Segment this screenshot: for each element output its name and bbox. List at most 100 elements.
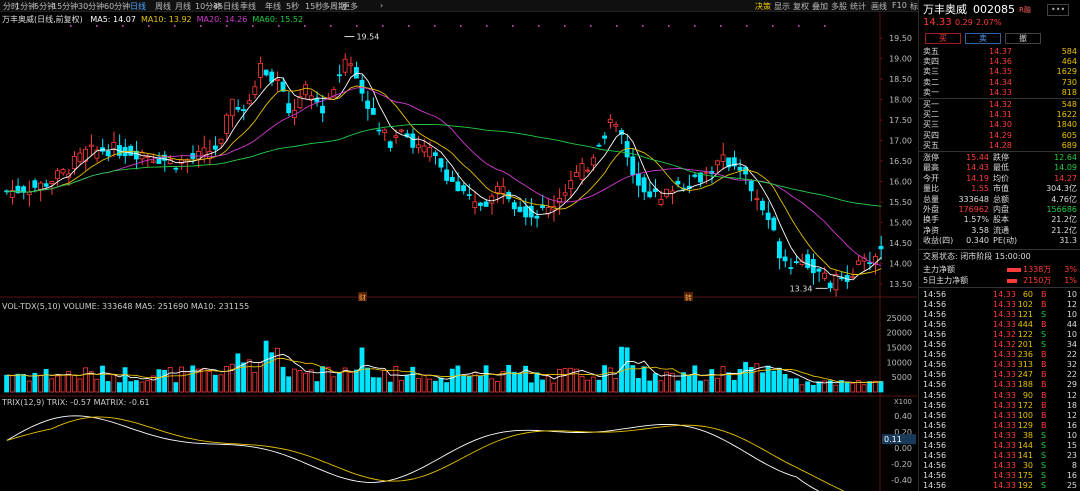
candle-body — [833, 274, 839, 291]
bid-price: 14.29 — [989, 130, 1012, 140]
candle-body — [511, 202, 517, 210]
tick-count: 25 — [1066, 480, 1077, 490]
volume-bar — [173, 382, 179, 393]
volume-bar — [867, 381, 873, 393]
chart-svg[interactable]: 19.50 19.00 18.50 18.00 17.50 17.00 16.50 16.00… — [0, 12, 917, 491]
volume-bar — [133, 380, 139, 393]
tick-count: 32 — [1066, 360, 1077, 370]
volume-bar — [557, 369, 562, 393]
volume-bar — [156, 369, 162, 393]
period-tab-13[interactable]: 5秒 — [286, 1, 299, 12]
period-tab-4[interactable]: 30分钟 — [78, 1, 104, 12]
ma60-line — [6, 123, 882, 207]
stat-label: 今开 — [923, 173, 939, 183]
candle-body — [387, 141, 393, 148]
tick-volume: 188 — [1017, 380, 1033, 390]
stat-row: 总量 333648 总额 4.76亿 — [919, 195, 1080, 205]
period-tab-6[interactable]: 日线 — [130, 1, 146, 12]
tick-volume: 201 — [1017, 340, 1033, 350]
volume-bar — [489, 378, 495, 393]
signal-dot — [356, 25, 358, 27]
period-tab-10[interactable]: 45日线 — [213, 1, 239, 12]
quote-menu-button[interactable]: ••• — [1047, 4, 1070, 16]
volume-bar — [117, 382, 122, 393]
volume-bar — [568, 367, 574, 393]
period-tab-8[interactable]: 月线 — [175, 1, 191, 12]
ask-label: 卖二 — [923, 77, 939, 87]
volume-bar — [150, 375, 156, 393]
candle-body — [765, 212, 771, 221]
ask-volume: 818 — [1061, 87, 1077, 97]
period-tab-14[interactable]: 15秒 — [305, 1, 323, 12]
stat-value: 12.64 — [1054, 153, 1077, 162]
low-marker-label: 13.34 — [790, 284, 813, 293]
period-tab-11[interactable]: 季线 — [240, 1, 256, 12]
stat-value: 14.27 — [1054, 173, 1077, 183]
tick-count: 22 — [1066, 370, 1077, 380]
toolbar-right-7[interactable]: F10 — [892, 1, 907, 10]
tick-time: 14:56 — [923, 340, 947, 350]
toolbar-right-4[interactable]: 多股 — [831, 1, 847, 12]
candle-body — [878, 245, 884, 250]
ask-label: 卖五 — [923, 47, 939, 56]
volume-bar — [602, 365, 607, 393]
toolbar-right-0[interactable]: 决策 — [755, 1, 771, 12]
volume-bar — [545, 375, 551, 393]
ask-label: 卖一 — [923, 87, 939, 97]
stat-row: 量比 1.55 市值 304.3亿 — [919, 184, 1080, 194]
tick-row: 14:56 14.33 102 B 12 — [919, 300, 1080, 310]
volume-bar — [562, 368, 568, 393]
price-tick-label: 16.50 — [889, 157, 912, 166]
toolbar-right-2[interactable]: 复权 — [793, 1, 809, 12]
candle-body — [54, 170, 60, 180]
stock-terminal: 分时 1分钟 5分钟 15分钟 30分钟 60分钟 日线 周线 月线 10分钟 45日线 季线 年线 5秒… — [0, 0, 1080, 491]
period-tab-12[interactable]: 年线 — [265, 1, 281, 12]
chart-area[interactable]: 19.50 19.00 18.50 18.00 17.50 17.00 16.50 16.00… — [0, 12, 917, 491]
signal-dot — [96, 25, 98, 27]
candle-body — [478, 202, 483, 206]
volume-bar — [376, 377, 382, 393]
candle-body — [816, 268, 822, 272]
cancel-order-button[interactable]: 撤 — [1005, 33, 1041, 44]
sell-button[interactable]: 卖 — [965, 33, 1001, 44]
buy-button[interactable]: 买 — [925, 33, 961, 44]
candle-body — [201, 147, 207, 156]
volume-bar — [635, 378, 641, 393]
volume-tick-label: 5000 — [892, 373, 912, 382]
period-tab-7[interactable]: 周线 — [155, 1, 171, 12]
toolbar-right-6[interactable]: 画线 — [871, 1, 887, 12]
ask-price: 14.37 — [989, 47, 1012, 56]
price-tick-label: 18.50 — [889, 75, 912, 84]
more-arrow-icon[interactable]: › — [380, 1, 383, 10]
tick-price: 14.33 — [993, 440, 1016, 450]
candle-body — [635, 173, 641, 186]
toolbar-right-1[interactable]: 显示 — [774, 1, 790, 12]
period-tab-16[interactable]: 更多 — [342, 1, 358, 12]
toolbar-right-3[interactable]: 叠加 — [812, 1, 828, 12]
tick-row: 14:56 14.32 201 S 34 — [919, 340, 1080, 350]
volume-bar — [26, 380, 32, 393]
volume-bar — [207, 371, 213, 393]
candle-body — [235, 106, 241, 110]
toolbar-right-5[interactable]: 统计 — [850, 1, 866, 12]
bid-row: 买三 14.30 1840 — [919, 120, 1080, 130]
volume-bar — [432, 380, 438, 393]
tick-price: 14.33 — [993, 390, 1016, 400]
candle-body — [49, 181, 55, 184]
tick-price: 14.33 — [993, 420, 1016, 430]
event-mark-label[interactable]: 财 — [359, 293, 366, 302]
volume-bar — [145, 380, 151, 393]
ask-price: 14.33 — [989, 87, 1012, 97]
stat-row: 净资 3.58 流通 21.2亿 — [919, 226, 1080, 236]
tick-price: 14.32 — [993, 340, 1016, 350]
period-tab-5[interactable]: 60分钟 — [104, 1, 130, 12]
period-tab-3[interactable]: 15分钟 — [52, 1, 78, 12]
tick-price: 14.33 — [993, 370, 1016, 380]
event-mark-label[interactable]: 转 — [685, 293, 692, 302]
trix-header: TRIX(12,9) TRIX: -0.57 MATRIX: -0.61 — [2, 398, 150, 407]
volume-bar — [201, 367, 207, 393]
candle-body — [568, 180, 574, 190]
tick-row: 14:56 14.33 175 S 16 — [919, 471, 1080, 481]
stat-value: 31.3 — [1059, 236, 1077, 246]
period-tab-1[interactable]: 1分钟 — [15, 1, 36, 12]
